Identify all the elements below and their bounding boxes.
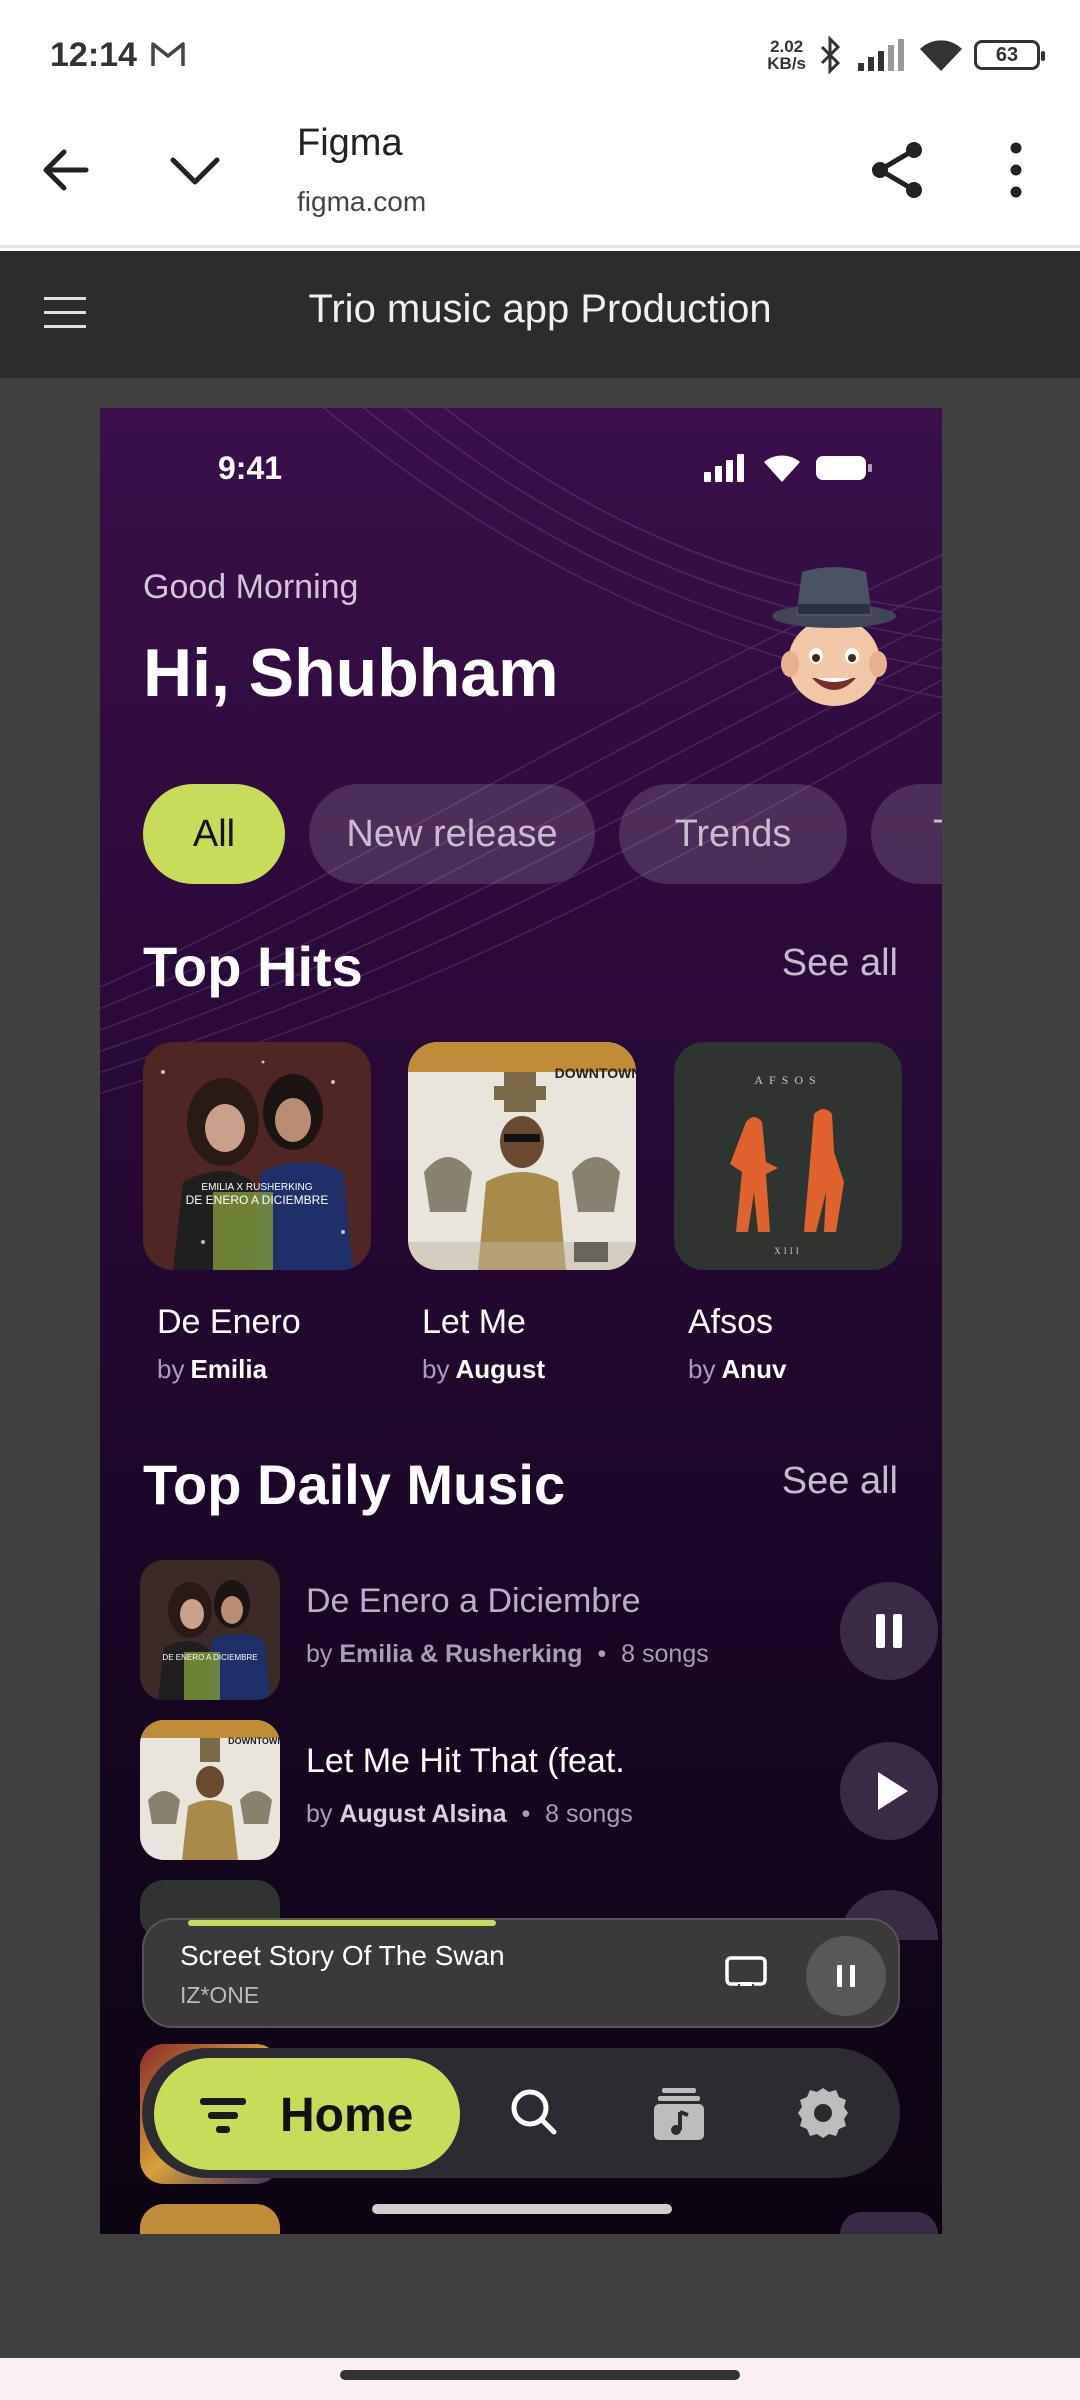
see-all-top-daily-link[interactable]: See all xyxy=(782,1460,898,1503)
album-cover: AFSOS XIII xyxy=(674,1042,902,1270)
section-title-top-daily-music: Top Daily Music xyxy=(143,1453,566,1516)
network-speed-value: 2.02 xyxy=(770,37,804,56)
svg-text:EMILIA X RUSHERKING: EMILIA X RUSHERKING xyxy=(201,1182,312,1193)
row-meta: by Emilia & Rusherking • 8 songs xyxy=(306,1640,709,1669)
greeting-subtitle: Good Morning xyxy=(143,568,359,606)
row-song-count: 8 songs xyxy=(621,1640,709,1668)
row-by-label: by xyxy=(306,1640,333,1668)
row-separator: • xyxy=(521,1800,531,1828)
app-prototype-frame[interactable]: 9:41 Good Morning Hi, Shubham All New re… xyxy=(100,408,942,2234)
phone-status-icons xyxy=(704,454,872,482)
gesture-bar[interactable] xyxy=(340,2370,740,2380)
background-waves xyxy=(100,408,942,1095)
home-indicator xyxy=(372,2204,672,2214)
pause-icon xyxy=(876,1614,902,1648)
network-speed-unit: KB/s xyxy=(767,54,806,73)
row-by-label: by xyxy=(306,1800,333,1828)
svg-text:DE ENERO A DICIEMBRE: DE ENERO A DICIEMBRE xyxy=(186,1193,329,1207)
playback-progress-bar[interactable] xyxy=(188,1920,496,1926)
pause-icon xyxy=(837,1965,855,1987)
card-artist: by Emilia xyxy=(157,1354,371,1385)
phone-status-time: 9:41 xyxy=(218,450,283,486)
row-separator: • xyxy=(597,1640,607,1668)
top-hit-card[interactable]: EMILIA X RUSHERKING DE ENERO A DICIEMBRE… xyxy=(143,1042,371,1385)
library-icon[interactable] xyxy=(648,2082,710,2144)
svg-text:DOWNTOWN: DOWNTOWN xyxy=(555,1065,636,1081)
avatar[interactable] xyxy=(768,566,900,708)
browser-toolbar: Figma figma.com xyxy=(0,110,1080,248)
pause-button[interactable] xyxy=(840,1582,938,1680)
row-artist: Emilia & Rusherking xyxy=(339,1640,583,1668)
share-icon[interactable] xyxy=(866,138,930,202)
network-speed: 2.02 KB/s xyxy=(767,38,806,72)
top-hit-card[interactable]: DOWNTOWN Let Me by August xyxy=(408,1042,641,1385)
card-artist-name: August xyxy=(455,1354,546,1384)
signal-icon xyxy=(858,39,904,71)
status-bar: 12:14 2.02 KB/s 63 xyxy=(0,0,1080,110)
status-icons: 2.02 KB/s 63 xyxy=(767,30,1045,80)
top-hit-card[interactable]: AFSOS XIII Afsos by Anuv xyxy=(674,1042,902,1385)
album-cover xyxy=(140,2204,280,2234)
chip-all[interactable]: All xyxy=(143,784,285,884)
svg-text:AFSOS: AFSOS xyxy=(754,1073,821,1087)
back-arrow-icon[interactable] xyxy=(36,140,96,200)
mini-player-pause-button[interactable] xyxy=(806,1936,886,2016)
card-by-label: by xyxy=(688,1354,716,1384)
svg-text:XIII: XIII xyxy=(774,1246,802,1256)
settings-icon[interactable] xyxy=(792,2082,854,2144)
see-all-top-hits-link[interactable]: See all xyxy=(782,942,898,985)
now-playing-title: Screet Story Of The Swan xyxy=(180,1940,505,1971)
play-button[interactable] xyxy=(840,1742,938,1840)
card-by-label: by xyxy=(157,1354,185,1384)
figma-header: Trio music app Production xyxy=(0,251,1080,378)
chevron-down-icon[interactable] xyxy=(165,140,225,200)
play-button xyxy=(840,2212,938,2234)
status-time: 12:14 xyxy=(50,36,137,74)
figma-file-title: Trio music app Production xyxy=(308,287,772,331)
gmail-icon xyxy=(151,42,185,66)
album-cover: DOWNTOWN xyxy=(408,1042,641,1270)
now-playing-artist: IZ*ONE xyxy=(180,1982,260,2008)
row-artist: August Alsina xyxy=(339,1800,507,1828)
greeting-title: Hi, Shubham xyxy=(143,635,559,711)
bottom-navigation: Home xyxy=(142,2048,900,2178)
nav-home-button[interactable]: Home xyxy=(154,2058,460,2170)
chip-trends[interactable]: Trends xyxy=(619,784,847,884)
more-vertical-icon[interactable] xyxy=(996,138,1036,202)
filter-chips: All New release Trends T xyxy=(143,784,942,884)
section-title-top-hits: Top Hits xyxy=(143,935,363,998)
card-artist-name: Emilia xyxy=(190,1354,268,1384)
row-title: Let Me Hit That (feat. xyxy=(306,1742,625,1780)
search-icon[interactable] xyxy=(504,2082,566,2144)
battery-indicator: 63 xyxy=(974,40,1045,70)
bluetooth-icon xyxy=(820,35,841,75)
album-cover: EMILIA X RUSHERKING DE ENERO A DICIEMBRE xyxy=(143,1042,371,1270)
row-song-count: 8 songs xyxy=(545,1800,633,1828)
card-title: Let Me xyxy=(422,1303,526,1341)
nav-home-label: Home xyxy=(280,2089,414,2142)
card-artist: by Anuv xyxy=(688,1354,902,1385)
wifi-icon xyxy=(920,40,962,71)
browser-url[interactable]: figma.com xyxy=(297,186,426,218)
svg-text:DE ENERO A DICIEMBRE: DE ENERO A DICIEMBRE xyxy=(162,1653,257,1662)
album-cover: DE ENERO A DICIEMBRE xyxy=(140,1560,280,1700)
home-icon xyxy=(200,2098,246,2133)
cast-device-icon[interactable] xyxy=(724,1954,768,1994)
list-item[interactable]: DE ENERO A DICIEMBRE De Enero a Diciembr… xyxy=(140,1560,938,1700)
album-cover: DOWNTOWN xyxy=(140,1720,280,1860)
play-icon xyxy=(878,1772,908,1810)
card-title: Afsos xyxy=(688,1303,774,1341)
svg-text:DOWNTOWN: DOWNTOWN xyxy=(228,1736,280,1746)
chip-new-release[interactable]: New release xyxy=(309,784,595,884)
card-artist: by August xyxy=(422,1354,636,1385)
mini-player[interactable]: Screet Story Of The Swan IZ*ONE xyxy=(142,1918,900,2028)
card-title: De Enero xyxy=(157,1303,301,1341)
browser-page-title: Figma xyxy=(297,122,403,164)
row-meta: by August Alsina • 8 songs xyxy=(306,1800,633,1829)
card-by-label: by xyxy=(422,1354,450,1384)
chip-more[interactable]: T xyxy=(871,784,942,884)
row-title: De Enero a Diciembre xyxy=(306,1582,641,1620)
list-item[interactable]: DOWNTOWN Let Me Hit That (feat. by Augus… xyxy=(140,1720,938,1860)
card-artist-name: Anuv xyxy=(721,1354,787,1384)
